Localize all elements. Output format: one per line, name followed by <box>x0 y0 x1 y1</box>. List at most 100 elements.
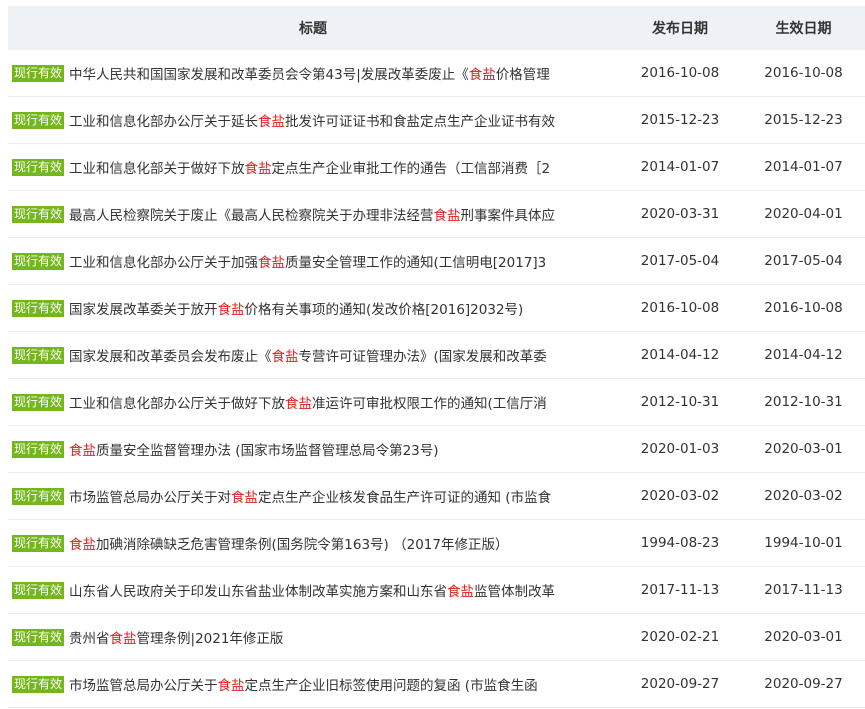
keyword-highlight: 食盐 <box>231 490 259 506</box>
title-text-before: 国家发展改革委关于放开 <box>69 302 218 318</box>
status-badge: 现行有效 <box>12 252 65 270</box>
row-title-cell: 现行有效 贵州省食盐管理条例|2021年修正版 <box>8 627 618 647</box>
title-text-after: 价格有关事项的通知(发改价格[2016]2032号) <box>244 302 524 318</box>
regulation-title-link[interactable]: 工业和信息化部办公厅关于做好下放食盐准运许可审批权限工作的通知(工信厅消 <box>69 392 547 412</box>
table-row: 现行有效 国家发展改革委关于放开食盐价格有关事项的通知(发改价格[2016]203… <box>8 285 865 332</box>
effective-date: 2012-10-31 <box>764 394 843 410</box>
keyword-highlight: 食盐 <box>433 208 461 224</box>
title-text-before: 中华人民共和国国家发展和改革委员会令第43号|发展改革委废止《 <box>69 67 469 83</box>
title-text-after: 质量安全管理工作的通知(工信明电[2017]3 <box>285 255 547 271</box>
keyword-highlight: 食盐 <box>217 302 245 318</box>
regulation-title-link[interactable]: 市场监管总局办公厅关于对食盐定点生产企业核发食品生产许可证的通知 (市监食 <box>69 486 551 506</box>
table-row: 现行有效 中华人民共和国国家发展和改革委员会令第43号|发展改革委废止《食盐价格管… <box>8 50 865 97</box>
status-badge: 现行有效 <box>12 299 65 317</box>
regulation-title-link[interactable]: 国家发展和改革委员会发布废止《食盐专营许可证管理办法》(国家发展和改革委 <box>69 345 547 365</box>
table-row: 现行有效 食盐加碘消除碘缺乏危害管理条例(国务院令第163号) （2017年修正版… <box>8 520 865 567</box>
keyword-highlight: 食盐 <box>258 255 286 271</box>
effective-date: 2016-10-08 <box>764 300 843 316</box>
table-row: 现行有效 市场监管总局办公厅关于对食盐定点生产企业核发食品生产许可证的通知 (市监… <box>8 473 865 520</box>
published-date: 2014-01-07 <box>640 159 720 175</box>
table-row: 现行有效 贵州省食盐管理条例|2021年修正版 2020-02-21 2020-03-… <box>8 614 865 661</box>
status-badge: 现行有效 <box>12 205 65 223</box>
title-text-after: 质量安全监督管理办法 (国家市场监督管理总局令第23号) <box>96 443 439 459</box>
header-title[interactable]: 标题 <box>8 18 618 38</box>
title-text-after: 定点生产企业审批工作的通告（工信部消费［2 <box>271 161 551 177</box>
row-title-cell: 现行有效 山东省人民政府关于印发山东省盐业体制改革实施方案和山东省食盐监管体制改革 <box>8 580 618 600</box>
regulation-title-link[interactable]: 工业和信息化部办公厅关于加强食盐质量安全管理工作的通知(工信明电[2017]3 <box>69 251 546 271</box>
regulation-title-link[interactable]: 工业和信息化部关于做好下放食盐定点生产企业审批工作的通告（工信部消费［2 <box>69 157 550 177</box>
effective-date: 2020-09-27 <box>764 676 843 692</box>
regulation-title-link[interactable]: 食盐质量安全监督管理办法 (国家市场监督管理总局令第23号) <box>69 439 439 459</box>
keyword-highlight: 食盐 <box>285 396 313 412</box>
regulation-title-link[interactable]: 中华人民共和国国家发展和改革委员会令第43号|发展改革委废止《食盐价格管理 <box>69 63 550 83</box>
row-title-cell: 现行有效 工业和信息化部办公厅关于做好下放食盐准运许可审批权限工作的通知(工信厅消 <box>8 392 618 412</box>
title-text-before: 市场监管总局办公厅关于 <box>69 678 218 694</box>
keyword-highlight: 食盐 <box>447 584 475 600</box>
effective-date: 2014-04-12 <box>764 347 843 363</box>
title-text-after: 准运许可审批权限工作的通知(工信厅消 <box>312 396 547 412</box>
regulation-title-link[interactable]: 工业和信息化部办公厅关于延长食盐批发许可证证书和食盐定点生产企业证书有效 <box>69 110 555 130</box>
regulation-table: 标题 发布日期 生效日期 现行有效 中华人民共和国国家发展和改革委员会令第43号|… <box>8 6 865 708</box>
title-text-after: 监管体制改革 <box>474 584 556 600</box>
keyword-highlight: 食盐 <box>468 67 496 83</box>
keyword-highlight: 食盐 <box>258 114 286 130</box>
title-text-after: 定点生产企业核发食品生产许可证的通知 (市监食 <box>258 490 552 506</box>
published-date: 2012-10-31 <box>640 394 720 410</box>
table-row: 现行有效 工业和信息化部办公厅关于延长食盐批发许可证证书和食盐定点生产企业证书有效… <box>8 97 865 144</box>
title-text-after: 定点生产企业旧标签使用问题的复函 (市监食生函 <box>244 678 538 694</box>
row-title-cell: 现行有效 食盐质量安全监督管理办法 (国家市场监督管理总局令第23号) <box>8 439 618 459</box>
row-title-cell: 现行有效 国家发展改革委关于放开食盐价格有关事项的通知(发改价格[2016]203… <box>8 298 618 318</box>
header-effective-date[interactable]: 生效日期 <box>742 18 865 38</box>
published-date: 2015-12-23 <box>640 112 720 128</box>
status-badge: 现行有效 <box>12 111 65 129</box>
effective-date: 2017-05-04 <box>764 253 843 269</box>
effective-date: 2020-03-02 <box>764 488 843 504</box>
status-badge: 现行有效 <box>12 440 65 458</box>
status-badge: 现行有效 <box>12 628 65 646</box>
title-text-before: 市场监管总局办公厅关于对 <box>69 490 232 506</box>
regulation-title-link[interactable]: 食盐加碘消除碘缺乏危害管理条例(国务院令第163号) （2017年修正版） <box>69 533 508 553</box>
header-published-date[interactable]: 发布日期 <box>618 18 742 38</box>
keyword-highlight: 食盐 <box>244 161 272 177</box>
title-text-after: 管理条例|2021年修正版 <box>136 631 284 647</box>
published-date: 2016-10-08 <box>640 300 720 316</box>
regulation-title-link[interactable]: 市场监管总局办公厅关于食盐定点生产企业旧标签使用问题的复函 (市监食生函 <box>69 674 538 694</box>
keyword-highlight: 食盐 <box>109 631 137 647</box>
row-title-cell: 现行有效 食盐加碘消除碘缺乏危害管理条例(国务院令第163号) （2017年修正版… <box>8 533 618 553</box>
status-badge: 现行有效 <box>12 64 65 82</box>
published-date: 2020-03-31 <box>640 206 720 222</box>
keyword-highlight: 食盐 <box>271 349 299 365</box>
row-title-cell: 现行有效 最高人民检察院关于废止《最高人民检察院关于办理非法经营食盐刑事案件具体应 <box>8 204 618 224</box>
row-title-cell: 现行有效 工业和信息化部办公厅关于延长食盐批发许可证证书和食盐定点生产企业证书有效 <box>8 110 618 130</box>
regulation-title-link[interactable]: 最高人民检察院关于废止《最高人民检察院关于办理非法经营食盐刑事案件具体应 <box>69 204 555 224</box>
title-text-after: 刑事案件具体应 <box>460 208 556 224</box>
effective-date: 2020-04-01 <box>764 206 843 222</box>
published-date: 2016-10-08 <box>640 65 720 81</box>
title-text-after: 专营许可证管理办法》(国家发展和改革委 <box>298 349 547 365</box>
table-row: 现行有效 山东省人民政府关于印发山东省盐业体制改革实施方案和山东省食盐监管体制改革… <box>8 567 865 614</box>
table-row: 现行有效 国家发展和改革委员会发布废止《食盐专营许可证管理办法》(国家发展和改革委… <box>8 332 865 379</box>
row-title-cell: 现行有效 工业和信息化部办公厅关于加强食盐质量安全管理工作的通知(工信明电[201… <box>8 251 618 271</box>
table-row: 现行有效 食盐质量安全监督管理办法 (国家市场监督管理总局令第23号) 2020-0… <box>8 426 865 473</box>
title-text-after: 批发许可证证书和食盐定点生产企业证书有效 <box>285 114 556 130</box>
published-date: 2020-03-02 <box>640 488 720 504</box>
regulation-title-link[interactable]: 贵州省食盐管理条例|2021年修正版 <box>69 627 283 647</box>
status-badge: 现行有效 <box>12 487 65 505</box>
table-header: 标题 发布日期 生效日期 <box>8 6 865 50</box>
status-badge: 现行有效 <box>12 581 65 599</box>
table-body: 现行有效 中华人民共和国国家发展和改革委员会令第43号|发展改革委废止《食盐价格管… <box>8 50 865 708</box>
status-badge: 现行有效 <box>12 393 65 411</box>
row-title-cell: 现行有效 国家发展和改革委员会发布废止《食盐专营许可证管理办法》(国家发展和改革委 <box>8 345 618 365</box>
title-text-before: 山东省人民政府关于印发山东省盐业体制改革实施方案和山东省 <box>69 584 448 600</box>
keyword-highlight: 食盐 <box>69 443 97 459</box>
table-row: 现行有效 工业和信息化部办公厅关于加强食盐质量安全管理工作的通知(工信明电[201… <box>8 238 865 285</box>
regulation-title-link[interactable]: 国家发展改革委关于放开食盐价格有关事项的通知(发改价格[2016]2032号) <box>69 298 523 318</box>
effective-date: 2020-03-01 <box>764 629 843 645</box>
regulation-title-link[interactable]: 山东省人民政府关于印发山东省盐业体制改革实施方案和山东省食盐监管体制改革 <box>69 580 555 600</box>
title-text-before: 最高人民检察院关于废止《最高人民检察院关于办理非法经营 <box>69 208 434 224</box>
title-text-after: 加碘消除碘缺乏危害管理条例(国务院令第163号) （2017年修正版） <box>96 537 509 553</box>
title-text-before: 贵州省 <box>69 631 110 647</box>
title-text-after: 价格管理 <box>495 67 550 83</box>
published-date: 2017-11-13 <box>640 582 720 598</box>
row-title-cell: 现行有效 市场监管总局办公厅关于对食盐定点生产企业核发食品生产许可证的通知 (市监… <box>8 486 618 506</box>
